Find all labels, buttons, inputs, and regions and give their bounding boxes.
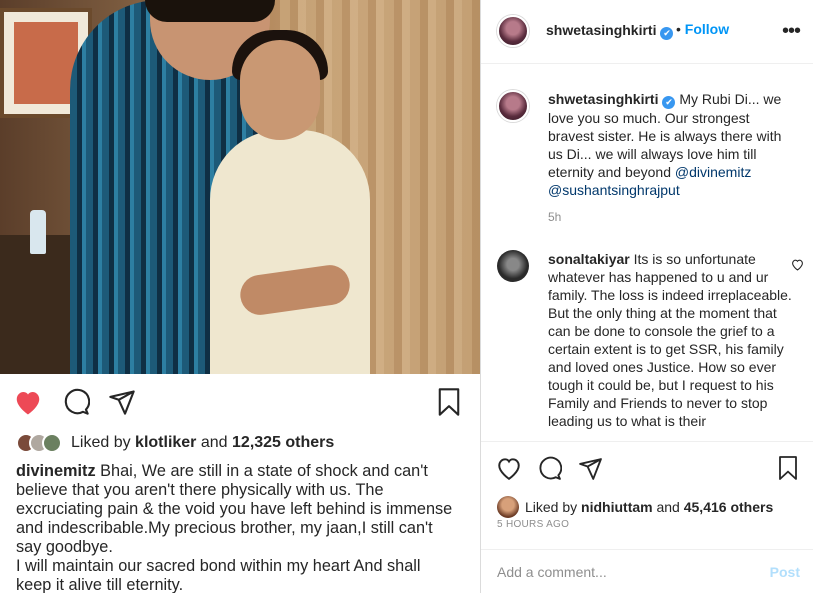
caption-text-block: shwetasinghkirti ✔ My Rubi Di... we love … [548, 90, 798, 199]
comment-icon[interactable] [533, 452, 565, 484]
comment-text: Its is so unfortunate whatever has happe… [548, 251, 792, 429]
liked-by-user[interactable]: klotliker [135, 434, 196, 452]
mention-link[interactable]: @divinemitz [675, 164, 751, 180]
bookmark-icon[interactable] [772, 452, 804, 484]
follow-separator: • [676, 21, 681, 37]
mention-link[interactable]: @sushantsinghrajput [548, 182, 680, 198]
embedded-liked-by: Liked by klotliker and 12,325 others [16, 432, 334, 454]
post-photo [0, 0, 480, 374]
embedded-caption: divinemitz Bhai, We are still in a state… [16, 462, 456, 593]
liked-by-and: and [656, 499, 680, 515]
photo-woman [210, 130, 370, 374]
liked-by: Liked by nidhiuttam and 45,416 others [497, 496, 773, 518]
add-comment-bar: Post [481, 549, 813, 593]
verified-badge-icon: ✔ [662, 96, 676, 109]
post-header: shwetasinghkirti ✔ • Follow ••• [481, 0, 813, 64]
embedded-action-bar [0, 386, 480, 420]
comment-text-block: sonaltakiyar Its is so unfortunate whate… [548, 250, 798, 430]
avatar [42, 433, 62, 453]
post-footer: Liked by nidhiuttam and 45,416 others 5 … [481, 441, 813, 593]
bookmark-icon[interactable] [433, 386, 465, 418]
embedded-post-image: Liked by klotliker and 12,325 others div… [0, 0, 480, 593]
comment-icon[interactable] [60, 386, 92, 418]
liked-by-count[interactable]: 12,325 others [232, 434, 334, 452]
caption-time[interactable]: 5h [548, 210, 561, 224]
liked-by-avatars [16, 433, 62, 453]
heart-filled-icon[interactable] [12, 386, 44, 418]
embedded-caption-user[interactable]: divinemitz [16, 462, 96, 480]
post-comment-button[interactable]: Post [770, 564, 800, 580]
post-side-panel: shwetasinghkirti ✔ • Follow ••• shwetasin… [480, 0, 813, 593]
photo-man-hair [145, 0, 275, 22]
photo-bottle [30, 210, 46, 254]
header-username[interactable]: shwetasinghkirti ✔ [546, 22, 674, 40]
comment-username[interactable]: sonaltakiyar [548, 251, 630, 267]
liked-by-prefix: Liked by [71, 434, 131, 451]
liked-by-user[interactable]: nidhiuttam [581, 499, 653, 515]
share-icon[interactable] [106, 386, 138, 418]
post-time-ago[interactable]: 5 HOURS AGO [497, 519, 569, 530]
follow-button[interactable]: • Follow [676, 21, 729, 37]
liked-by-and: and [200, 434, 228, 451]
liked-by-prefix: Liked by [525, 499, 578, 515]
comments-list[interactable]: shwetasinghkirti ✔ My Rubi Di... we love … [481, 64, 813, 441]
more-options-icon[interactable]: ••• [782, 20, 801, 43]
liked-by-count[interactable]: 45,416 others [684, 499, 774, 515]
verified-badge-icon: ✔ [660, 27, 674, 40]
avatar[interactable] [497, 250, 529, 282]
comment-like-icon[interactable] [791, 258, 804, 276]
avatar[interactable] [497, 90, 529, 122]
embedded-caption-text-2: I will maintain our sacred bond within m… [16, 557, 421, 593]
heart-outline-icon[interactable] [493, 452, 525, 484]
avatar[interactable] [497, 15, 529, 47]
add-comment-input[interactable] [497, 560, 747, 584]
share-icon[interactable] [574, 452, 606, 484]
caption-username[interactable]: shwetasinghkirti [548, 91, 658, 107]
photo-woman-head [240, 40, 320, 140]
avatar[interactable] [497, 496, 519, 518]
